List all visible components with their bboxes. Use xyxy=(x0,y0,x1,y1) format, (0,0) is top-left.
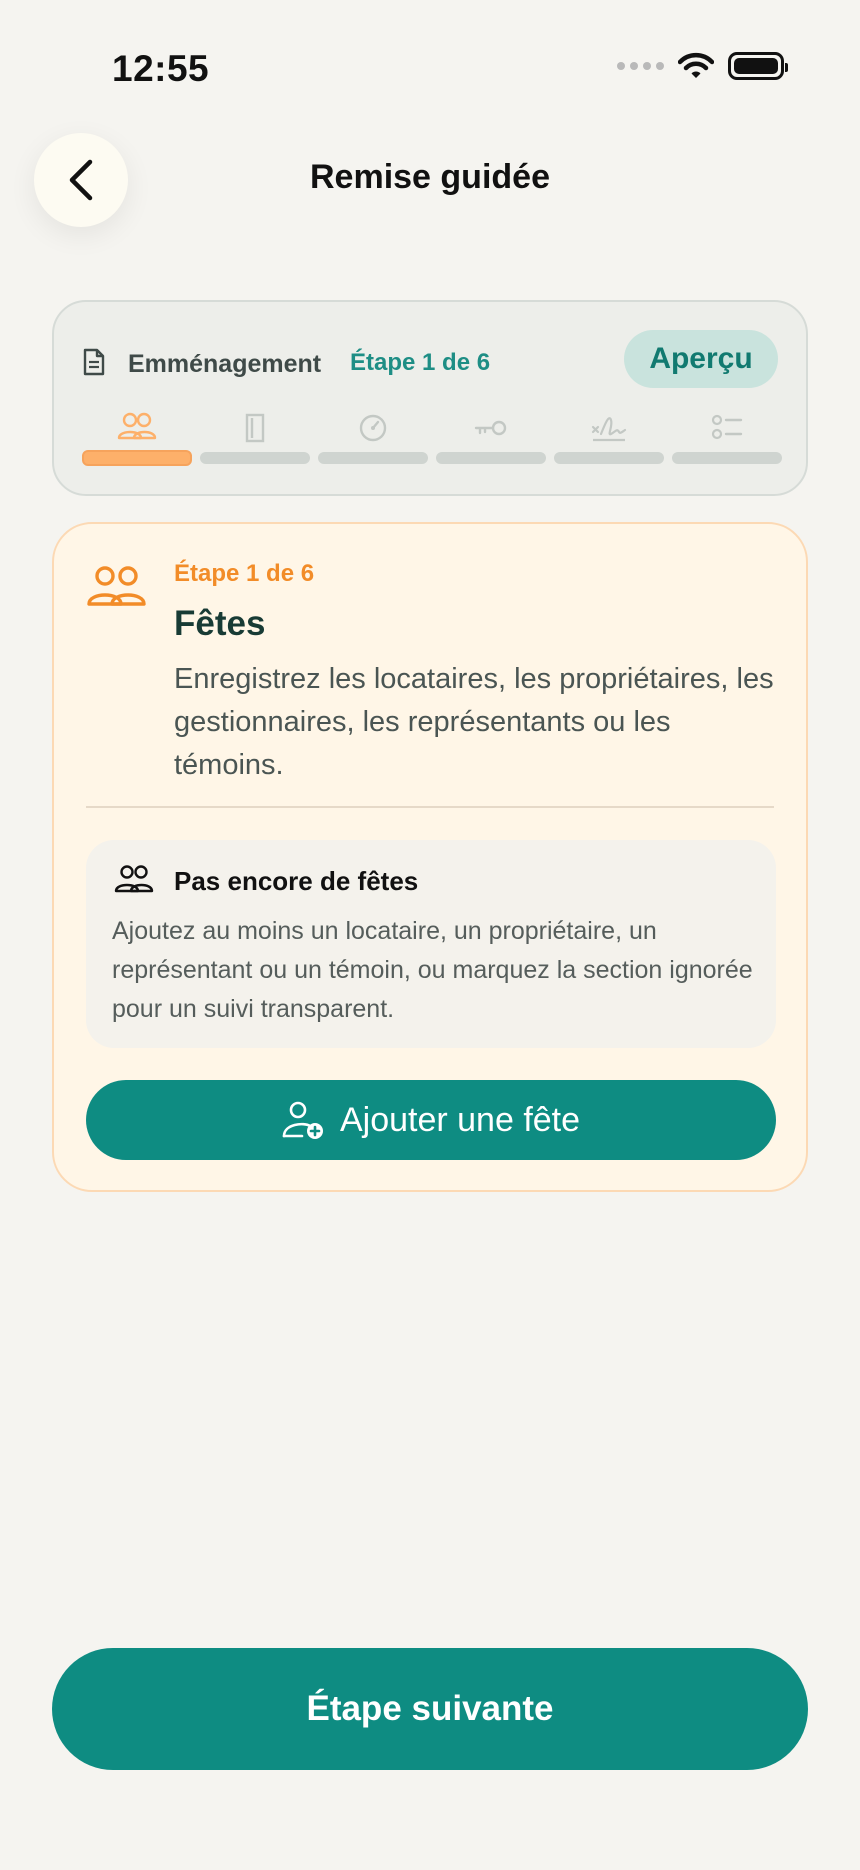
add-party-button[interactable]: Ajouter une fête xyxy=(86,1080,776,1160)
step-card-step-label: Étape 1 de 6 xyxy=(174,560,315,587)
page-title: Remise guidée xyxy=(310,158,550,196)
step-bar xyxy=(554,452,664,464)
next-step-button[interactable]: Étape suivante xyxy=(52,1648,808,1770)
meter-icon xyxy=(359,414,387,442)
step-bar xyxy=(318,452,428,464)
signature-icon xyxy=(591,417,627,442)
step-card-description: Enregistrez les locataires, les propriét… xyxy=(174,663,774,781)
people-icon xyxy=(87,566,146,606)
add-party-label: Ajouter une fête xyxy=(339,1100,581,1139)
step-segment-1[interactable] xyxy=(82,410,192,466)
door-icon xyxy=(245,413,265,443)
battery-icon xyxy=(728,52,788,80)
step-segment-5[interactable] xyxy=(554,410,664,466)
step-bar xyxy=(436,452,546,464)
cellular-signal-icon xyxy=(617,62,664,70)
steps-progress xyxy=(82,410,782,466)
step-segment-4[interactable] xyxy=(436,410,546,466)
step-bar xyxy=(200,452,310,464)
preview-button[interactable]: Aperçu xyxy=(624,330,778,388)
empty-state: Pas encore de fêtes Ajoutez au moins un … xyxy=(86,840,776,1048)
step-bar xyxy=(82,450,192,466)
empty-state-title: Pas encore de fêtes xyxy=(174,866,419,896)
status-time: 12:55 xyxy=(112,48,210,89)
step-bar xyxy=(672,452,782,464)
step-segment-6[interactable] xyxy=(672,410,782,466)
people-icon xyxy=(114,865,154,893)
empty-state-text: Ajoutez au moins un locataire, un propri… xyxy=(112,917,753,1023)
people-icon xyxy=(117,412,157,440)
checklist-icon xyxy=(711,414,743,440)
flow-label: Emménagement xyxy=(128,350,322,378)
key-icon xyxy=(474,420,507,436)
status-bar: 12:55 xyxy=(0,0,860,130)
step-card: Étape 1 de 6 Fêtes Enregistrez les locat… xyxy=(52,522,808,1192)
status-icons xyxy=(617,52,788,80)
step-segment-2[interactable] xyxy=(200,410,310,466)
add-user-icon xyxy=(282,1101,323,1139)
step-segment-3[interactable] xyxy=(318,410,428,466)
step-card-title: Fêtes xyxy=(174,604,266,643)
progress-card: Emménagement Étape 1 de 6 Aperçu xyxy=(52,300,808,496)
divider xyxy=(86,806,774,808)
wifi-icon xyxy=(678,52,714,78)
progress-step-label: Étape 1 de 6 xyxy=(350,349,491,376)
document-icon xyxy=(83,348,105,376)
